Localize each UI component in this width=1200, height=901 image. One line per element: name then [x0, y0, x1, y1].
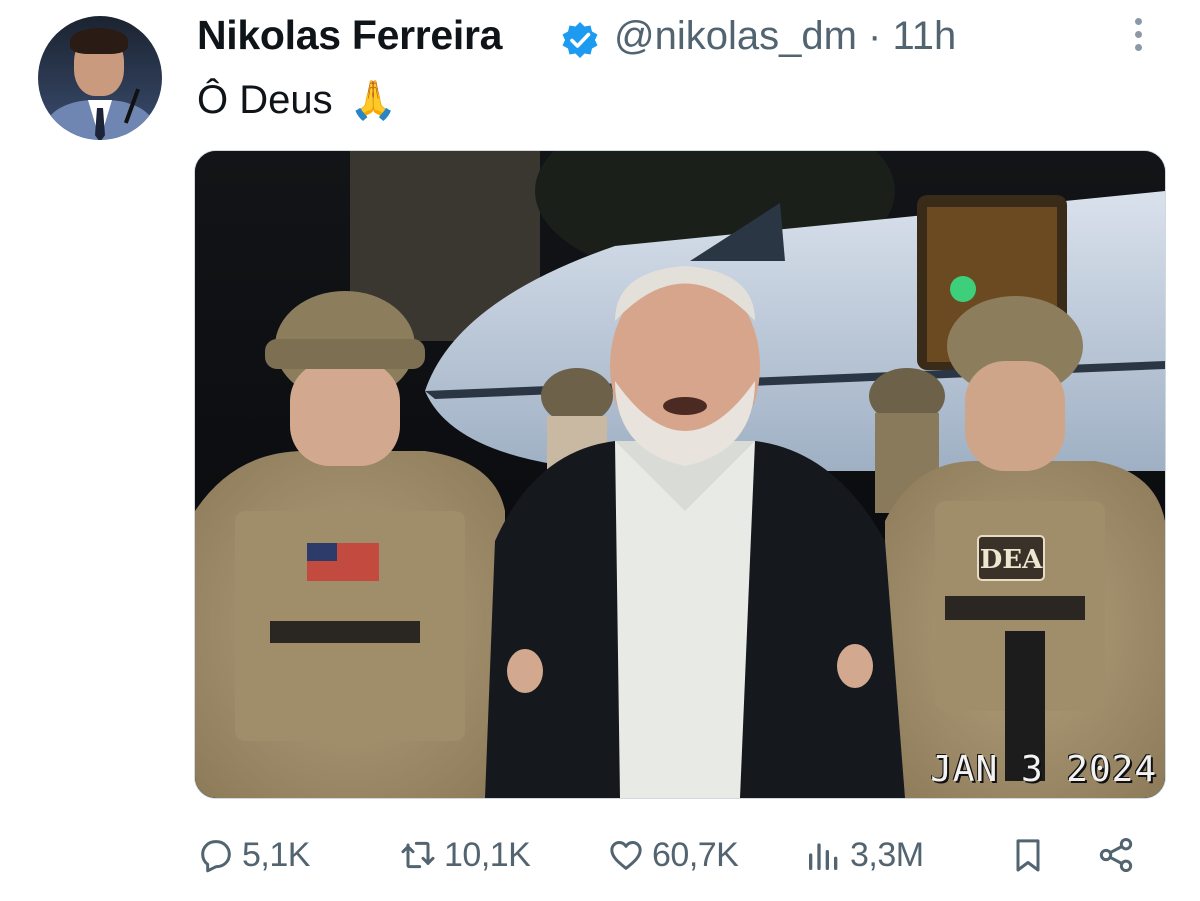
- heart-icon: [610, 841, 642, 870]
- views-count: 3,3M: [850, 835, 924, 874]
- tweet-text-body: Ô Deus: [197, 78, 333, 122]
- author-avatar[interactable]: [38, 16, 162, 140]
- more-options-icon[interactable]: [1124, 18, 1152, 62]
- bookmark-button[interactable]: [1008, 830, 1054, 880]
- tweet-media-image[interactable]: DEA JAN 3 2024: [194, 150, 1166, 799]
- media-date-stamp: JAN 3 2024: [930, 749, 1157, 790]
- reply-count: 5,1K: [242, 835, 310, 874]
- reply-icon: [201, 840, 231, 873]
- share-icon: [1099, 838, 1133, 872]
- verified-badge-icon: [562, 22, 598, 58]
- praying-hands-emoji: 🙏: [349, 80, 398, 122]
- share-button[interactable]: [1096, 830, 1142, 880]
- author-name[interactable]: Nikolas Ferreira: [197, 12, 502, 59]
- like-count: 60,7K: [652, 835, 739, 874]
- author-handle-and-time[interactable]: @nikolas_dm · 11h: [614, 14, 956, 59]
- avatar-hair: [70, 28, 128, 54]
- like-button[interactable]: 60,7K: [606, 830, 739, 880]
- views-chart-icon: [809, 843, 838, 870]
- bookmark-icon: [1016, 839, 1040, 872]
- repost-button[interactable]: 10,1K: [398, 830, 531, 880]
- views-button[interactable]: 3,3M: [804, 830, 924, 880]
- repost-count: 10,1K: [444, 835, 531, 874]
- tweet-text: Ô Deus 🙏: [197, 78, 397, 123]
- reply-button[interactable]: 5,1K: [196, 830, 310, 880]
- dea-patch: DEA: [980, 545, 1043, 575]
- repost-icon: [401, 841, 435, 869]
- media-scene: DEA: [195, 151, 1165, 798]
- tweet-action-bar: 5,1K 10,1K 60,7K 3,3M: [196, 830, 1156, 880]
